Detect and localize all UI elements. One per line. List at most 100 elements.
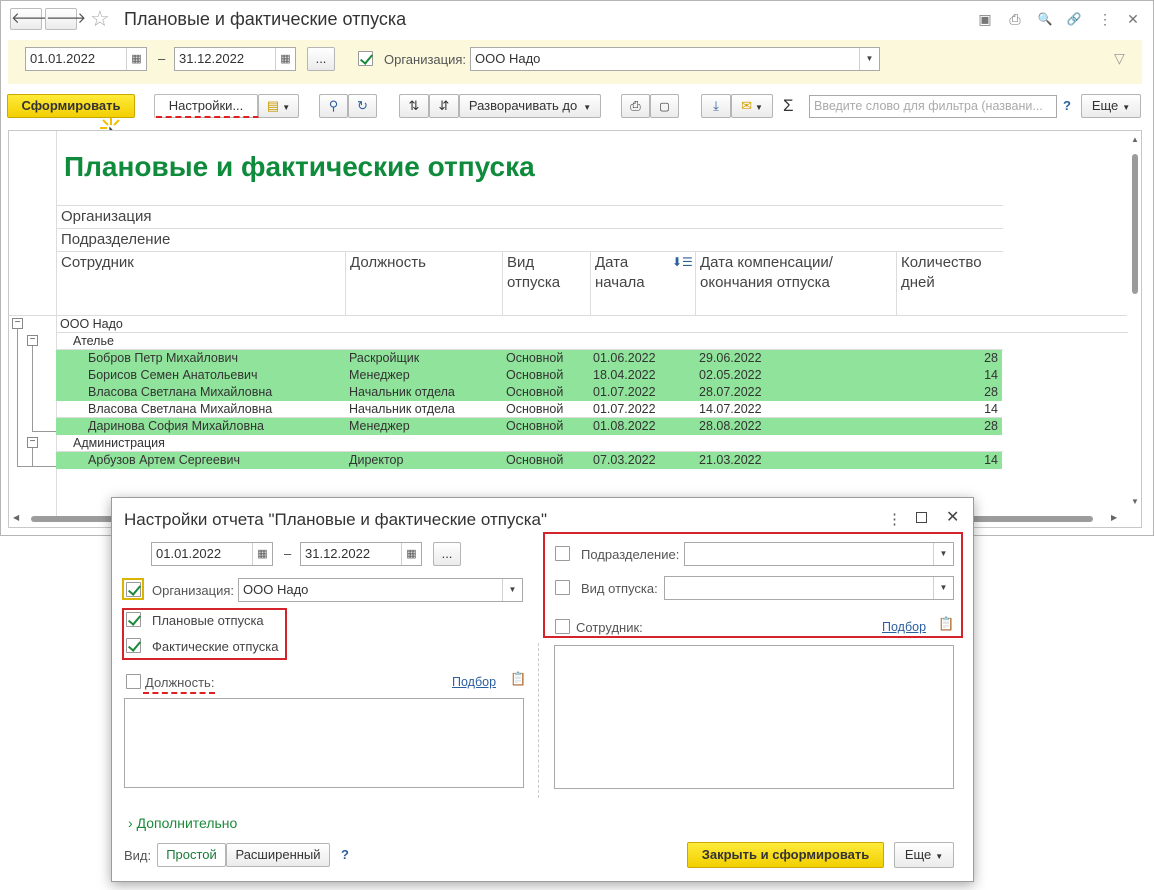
help-icon[interactable]: ? — [341, 847, 349, 862]
position-pick-link[interactable]: Подбор — [452, 675, 496, 689]
cell-type: Основной — [506, 402, 564, 416]
vertical-scrollbar[interactable]: ▲ ▼ — [1128, 135, 1140, 509]
table-row[interactable]: Арбузов Артем Сергеевич Директор Основной 0… — [56, 452, 1002, 469]
back-button[interactable]: 🡐 — [10, 8, 51, 30]
scroll-right-icon[interactable]: ▶ — [1111, 513, 1117, 522]
actual-vacations-checkbox[interactable] — [126, 638, 141, 653]
preview-icon[interactable]: 🔍 — [1034, 9, 1056, 29]
print-button[interactable]: ⎙ — [621, 94, 650, 118]
position-list[interactable] — [124, 698, 524, 788]
more-vert-icon[interactable]: ⋮ — [1094, 9, 1116, 29]
header-organization: Организация — [61, 208, 152, 225]
expand-to-button[interactable]: Разворачивать до ▼ — [459, 94, 601, 118]
forward-button[interactable]: 🡒 — [45, 8, 86, 30]
period-select-button[interactable]: ... — [307, 47, 335, 71]
collapse-org-icon[interactable]: − — [12, 318, 23, 329]
scroll-down-icon[interactable]: ▼ — [1131, 497, 1139, 506]
cell-days: 14 — [984, 402, 998, 416]
table-row[interactable]: Бобров Петр Михайлович Раскройщик Основной… — [56, 350, 1002, 367]
sum-icon[interactable]: Σ — [783, 96, 794, 116]
calendar-icon[interactable]: ▦ — [401, 543, 421, 565]
cell-position: Начальник отдела — [349, 402, 455, 416]
position-underline — [143, 692, 215, 694]
chevron-down-icon[interactable]: ▼ — [502, 579, 522, 601]
cell-days: 14 — [984, 368, 998, 382]
variant-select-button[interactable]: ▤ ▼ — [258, 94, 299, 118]
clipboard-icon[interactable]: 📋 — [938, 616, 954, 632]
help-icon[interactable]: ? — [1063, 98, 1071, 113]
calendar-icon[interactable]: ▦ — [126, 48, 146, 70]
view-extended-button[interactable]: Расширенный — [226, 843, 330, 867]
generate-button[interactable]: Сформировать — [7, 94, 135, 118]
col-vacation-type: Вид отпуска — [507, 254, 561, 291]
cell-start: 01.06.2022 — [593, 351, 656, 365]
close-icon[interactable]: ✕ — [1122, 9, 1144, 29]
vacation-type-field[interactable]: ▼ — [664, 576, 954, 600]
col-employee: Сотрудник — [61, 254, 134, 271]
dialog-date-to-field[interactable]: 31.12.2022 ▦ — [300, 542, 422, 566]
date-to-field[interactable]: 31.12.2022 ▦ — [174, 47, 296, 71]
employee-pick-link[interactable]: Подбор — [882, 620, 926, 634]
collapse-group-icon[interactable]: − — [27, 335, 38, 346]
filter-funnel-icon[interactable]: ▽ — [1114, 50, 1125, 67]
clipboard-icon[interactable]: 📋 — [510, 671, 526, 687]
more-vert-icon[interactable]: ⋮ — [887, 510, 902, 528]
sort-asc-button[interactable]: ⇅ — [399, 94, 429, 118]
save-icon[interactable]: ▣ — [974, 9, 996, 29]
print-icon[interactable]: ⎙ — [1004, 9, 1026, 29]
planned-vacations-checkbox[interactable] — [126, 612, 141, 627]
date-from-field[interactable]: 01.01.2022 ▦ — [25, 47, 147, 71]
table-row[interactable]: Власова Светлана Михайловна Начальник отд… — [56, 384, 1002, 401]
print-preview-button[interactable]: ▢ — [650, 94, 679, 118]
table-row[interactable]: Борисов Семен Анатольевич Менеджер Основно… — [56, 367, 1002, 384]
cell-end: 02.05.2022 — [699, 368, 762, 382]
view-simple-button[interactable]: Простой — [157, 843, 226, 867]
cell-start: 07.03.2022 — [593, 453, 656, 467]
maximize-icon[interactable] — [916, 512, 927, 523]
organization-field[interactable]: ООО Надо ▼ — [470, 47, 880, 71]
collapse-group-icon[interactable]: − — [27, 437, 38, 448]
calendar-icon[interactable]: ▦ — [252, 543, 272, 565]
vacation-type-checkbox[interactable] — [555, 580, 570, 595]
dialog-organization-field[interactable]: ООО Надо ▼ — [238, 578, 523, 602]
search-next-button[interactable]: ↻ — [348, 94, 377, 118]
more-button[interactable]: Еще ▼ — [1081, 94, 1141, 118]
division-field[interactable]: ▼ — [684, 542, 954, 566]
division-label: Подразделение: — [581, 547, 680, 562]
chevron-down-icon[interactable]: ▼ — [933, 577, 953, 599]
position-checkbox[interactable] — [126, 674, 141, 689]
cell-employee: Бобров Петр Михайлович — [88, 351, 238, 365]
search-button[interactable]: ⚲ — [319, 94, 348, 118]
report-search-input[interactable]: Введите слово для фильтра (названи... — [809, 95, 1057, 118]
chevron-down-icon[interactable]: ▼ — [859, 48, 879, 70]
sort-desc-button[interactable]: ⇵ — [429, 94, 459, 118]
calendar-icon[interactable]: ▦ — [275, 48, 295, 70]
organization-checkbox[interactable] — [358, 51, 373, 66]
link-icon[interactable]: 🔗 — [1063, 9, 1085, 29]
division-checkbox[interactable] — [555, 546, 570, 561]
table-row[interactable]: Власова Светлана Михайловна Начальник отд… — [56, 401, 1002, 418]
close-and-generate-button[interactable]: Закрыть и сформировать — [687, 842, 884, 868]
scroll-up-icon[interactable]: ▲ — [1131, 135, 1139, 144]
table-row[interactable]: Даринова София Михайловна Менеджер Основно… — [56, 418, 1002, 435]
additional-section-toggle[interactable]: › Дополнительно — [128, 815, 237, 831]
send-mail-button[interactable]: ✉ ▼ — [731, 94, 773, 118]
cell-employee: Власова Светлана Михайловна — [88, 385, 273, 399]
dialog-organization-checkbox[interactable] — [126, 582, 141, 597]
settings-button[interactable]: Настройки... — [154, 94, 258, 118]
cell-employee: Арбузов Артем Сергеевич — [88, 453, 240, 467]
more-label: Еще — [1091, 98, 1119, 113]
favorite-star-icon[interactable]: ☆ — [90, 6, 110, 32]
save-file-button[interactable]: ⤓ — [701, 94, 731, 118]
sort-desc-icon[interactable]: ⬇☰ — [672, 255, 693, 269]
dialog-date-from-field[interactable]: 01.01.2022 ▦ — [151, 542, 273, 566]
scroll-thumb[interactable] — [1132, 154, 1138, 294]
scroll-left-icon[interactable]: ◀ — [13, 513, 19, 522]
employee-checkbox[interactable] — [555, 619, 570, 634]
employee-list[interactable] — [554, 645, 954, 789]
dialog-more-button[interactable]: Еще ▼ — [894, 842, 954, 868]
period-select-button[interactable]: ... — [433, 542, 461, 566]
chevron-down-icon[interactable]: ▼ — [933, 543, 953, 565]
report-window: 🡐 🡒 ☆ Плановые и фактические отпуска ▣ ⎙… — [0, 0, 1154, 536]
close-icon[interactable]: ✕ — [946, 507, 959, 527]
